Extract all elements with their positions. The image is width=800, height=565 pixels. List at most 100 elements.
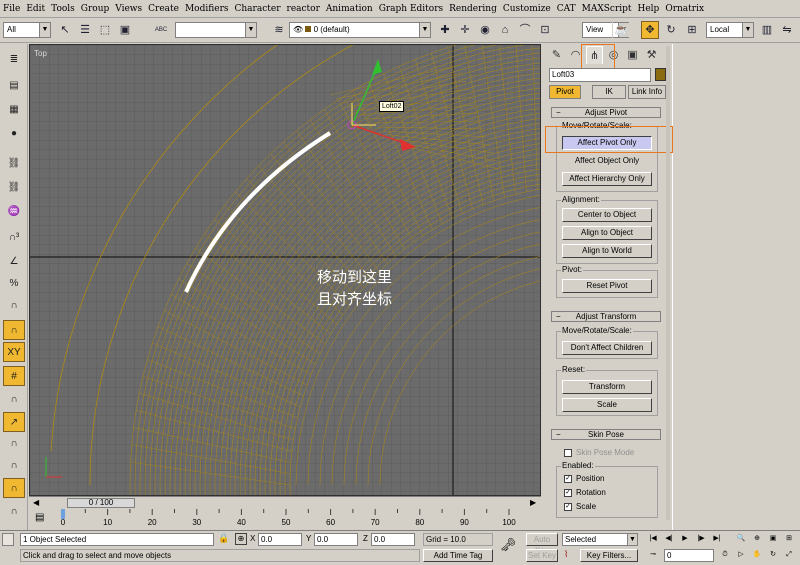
current-frame-field[interactable]: 0 — [664, 549, 714, 562]
track-view-icon[interactable]: ▦ — [3, 100, 25, 120]
menu-item-ornatrix[interactable]: Ornatrix — [662, 4, 707, 14]
pan-icon[interactable]: ✋ — [750, 549, 764, 562]
skin-pose-mode-checkbox[interactable]: Skin Pose Mode — [564, 448, 634, 458]
window-crossing-icon[interactable]: ▣ — [116, 21, 134, 39]
snap-tool-2-icon[interactable]: ∩ — [3, 456, 25, 476]
subtab-pivot[interactable]: Pivot — [549, 85, 581, 99]
key-mode-dropdown[interactable]: Selected ▼ — [562, 533, 638, 546]
constraint-x-icon[interactable]: ∩ — [3, 320, 25, 340]
subtab-ik[interactable]: IK — [592, 85, 626, 99]
previous-frame-icon[interactable]: ◀| — [662, 533, 676, 546]
maximize-viewport-icon[interactable]: ⤢ — [782, 549, 796, 562]
layer-icon[interactable]: ▤ — [3, 76, 25, 96]
lock-icon[interactable]: 🔒 — [218, 533, 229, 544]
spinner-snap-icon[interactable]: ∩ — [3, 296, 25, 316]
reset-pivot-button[interactable]: Reset Pivot — [562, 279, 652, 293]
rollout-skin-pose[interactable]: − Skin Pose — [551, 429, 661, 440]
select-in-layer-icon[interactable]: ◉ — [476, 21, 494, 39]
snap-tool-4-icon[interactable]: ∩ — [3, 502, 25, 522]
angle-snap-icon[interactable]: ∠ — [3, 252, 25, 272]
rotate-icon[interactable]: ↻ — [662, 21, 680, 39]
next-frame-icon[interactable]: |▶ — [694, 533, 708, 546]
zoom-extents-icon[interactable]: ▣ — [766, 533, 780, 546]
scale-button[interactable]: Scale — [562, 398, 652, 412]
menu-item-rendering[interactable]: Rendering — [446, 4, 500, 14]
z-coordinate-field[interactable]: 0.0 — [371, 533, 415, 546]
layer-manager-icon[interactable]: ≋ — [270, 21, 288, 39]
snap-tool-icon[interactable]: ∩ — [3, 434, 25, 454]
set-key-button[interactable]: Set Key — [526, 549, 558, 562]
time-slider-knob[interactable]: 0 / 100 — [67, 498, 135, 508]
menu-item-customize[interactable]: Customize — [500, 4, 554, 14]
material-editor-icon[interactable]: ● — [3, 124, 25, 144]
layer-dropdown[interactable]: 👁 0 (default) ▼ — [289, 22, 431, 38]
tab-create[interactable]: ✎ — [548, 46, 565, 64]
absolute-mode-icon[interactable]: ⊕ — [235, 533, 247, 545]
axis-tripod-icon[interactable]: ↗ — [3, 412, 25, 432]
selection-filter-dropdown[interactable]: All ▼ — [3, 22, 51, 38]
key-tangent-icon[interactable]: ⌇ — [564, 549, 568, 560]
link-icon[interactable]: ⛓ — [3, 154, 25, 174]
zoom-all-icon[interactable]: ⊕ — [750, 533, 764, 546]
snap-tool-3-icon[interactable]: ∩ — [3, 478, 25, 498]
create-layer-icon[interactable]: ✚ — [436, 21, 454, 39]
zoom-extents-all-icon[interactable]: ⊞ — [782, 533, 796, 546]
time-slider[interactable]: 0 / 100 ◀ ▶ — [29, 496, 541, 508]
constraint-xy-icon[interactable]: XY — [3, 342, 25, 362]
orbit-icon[interactable]: ↻ — [766, 549, 780, 562]
auto-key-button[interactable]: Auto Key — [526, 533, 558, 555]
scale-checkbox[interactable]: ✓ Scale — [564, 502, 596, 512]
y-coordinate-field[interactable]: 0.0 — [314, 533, 358, 546]
percent-snap-icon[interactable]: % — [3, 274, 25, 294]
viewport-top[interactable]: Top Loft02 — [29, 44, 541, 496]
transform-button[interactable]: Transform — [562, 380, 652, 394]
menu-item-views[interactable]: Views — [112, 4, 145, 14]
snap-3d-icon[interactable]: ∩³ — [3, 228, 25, 248]
set-current-layer-icon[interactable]: ⌂ — [496, 21, 514, 39]
field-of-view-icon[interactable]: ▷ — [734, 549, 748, 562]
named-selection-dropdown[interactable]: ▼ — [175, 22, 257, 38]
menu-item-graph-editors[interactable]: Graph Editors — [376, 4, 446, 14]
menu-item-help[interactable]: Help — [635, 4, 663, 14]
key-mode-toggle-icon[interactable]: ⊸ — [646, 549, 660, 562]
scale-icon[interactable]: ⊞ — [683, 21, 701, 39]
snap-toggle-icon[interactable]: ∩ — [3, 390, 25, 410]
render-teapot-icon[interactable]: ☕ — [612, 21, 630, 39]
menu-item-reactor[interactable]: reactor — [284, 4, 323, 14]
mirror-icon[interactable]: ⇋ — [778, 21, 796, 39]
center-to-object-button[interactable]: Center to Object — [562, 208, 652, 222]
rollout-adjust-pivot[interactable]: − Adjust Pivot — [551, 107, 661, 118]
affect-hierarchy-only-button[interactable]: Affect Hierarchy Only — [562, 172, 652, 186]
grid-snap-icon[interactable]: # — [3, 366, 25, 386]
pivot-center-icon[interactable]: ▥ — [758, 21, 776, 39]
reference-coord-dropdown[interactable]: Local ▼ — [706, 22, 754, 38]
position-checkbox[interactable]: ✓ Position — [564, 474, 604, 484]
x-coordinate-field[interactable]: 0.0 — [258, 533, 302, 546]
viewport-label[interactable]: Top — [34, 49, 47, 58]
time-config-icon[interactable]: ⏱ — [718, 549, 732, 562]
tab-display[interactable]: ▣ — [624, 46, 641, 64]
play-icon[interactable]: ▶ — [678, 533, 692, 546]
menu-item-create[interactable]: Create — [145, 4, 182, 14]
schematic-view-icon[interactable]: ⊡ — [536, 21, 554, 39]
key-filters-button[interactable]: Key Filters... — [580, 549, 638, 562]
menu-item-modifiers[interactable]: Modifiers — [182, 4, 232, 14]
current-frame-marker[interactable] — [61, 509, 65, 519]
select-by-name-icon[interactable]: ☰ — [76, 21, 94, 39]
menu-item-file[interactable]: File — [0, 4, 23, 14]
slider-right-arrow-icon[interactable]: ▶ — [530, 498, 536, 507]
rotation-checkbox[interactable]: ✓ Rotation — [564, 488, 606, 498]
goto-end-icon[interactable]: ▶| — [710, 533, 724, 546]
undo-history-icon[interactable]: ≣ — [3, 50, 25, 70]
tab-utilities[interactable]: ⚒ — [643, 46, 660, 64]
subtab-link-info[interactable]: Link Info — [628, 85, 666, 99]
select-object-icon[interactable]: ↖ — [56, 21, 74, 39]
add-to-layer-icon[interactable]: ✛ — [456, 21, 474, 39]
menu-item-maxscript[interactable]: MAXScript — [579, 4, 635, 14]
dont-affect-children-button[interactable]: Don't Affect Children — [562, 341, 652, 355]
move-icon[interactable]: ✥ — [641, 21, 659, 39]
slider-left-arrow-icon[interactable]: ◀ — [33, 498, 39, 507]
track-bar[interactable]: ▤ 0 10 20 30 40 50 60 70 80 90 100 — [29, 509, 541, 529]
unlink-icon[interactable]: ⛓ — [3, 178, 25, 198]
key-icon[interactable]: 🗝 — [500, 537, 517, 553]
